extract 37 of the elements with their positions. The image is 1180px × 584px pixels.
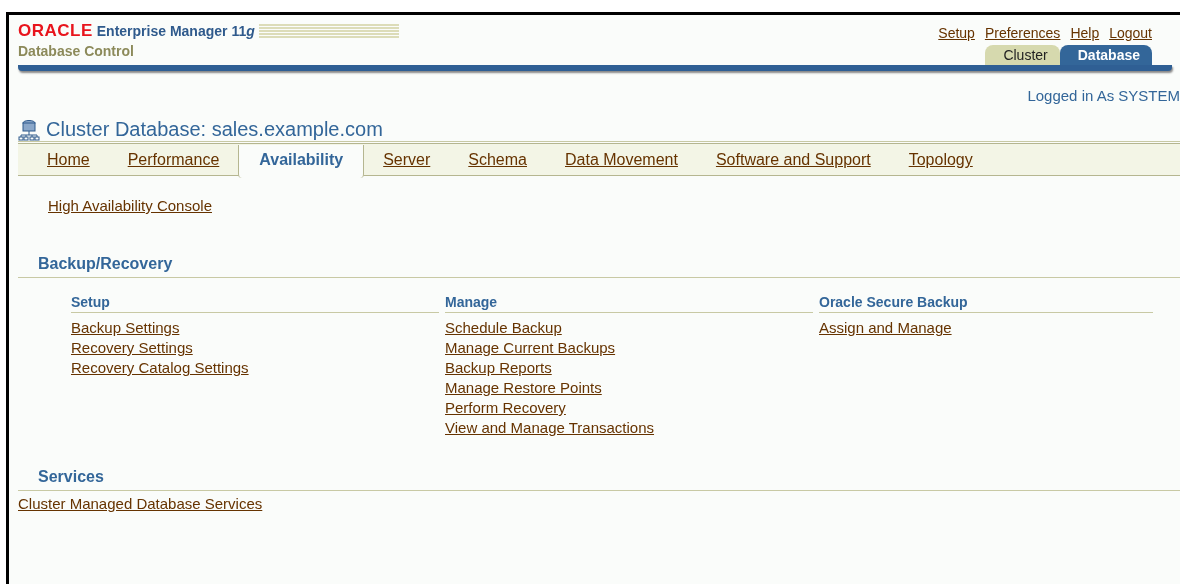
tab[interactable]: Schema [449, 145, 546, 175]
console-link[interactable]: High Availability Console [48, 197, 212, 214]
section-title: Backup/Recovery [18, 255, 1180, 278]
action-link[interactable]: Perform Recovery [445, 399, 566, 416]
action-link[interactable]: Cluster Managed Database Services [18, 495, 263, 512]
tab[interactable]: Availability [238, 145, 365, 178]
column-title: Manage [445, 294, 813, 313]
global-link[interactable]: Logout [1109, 25, 1152, 41]
action-link[interactable]: Recovery Settings [71, 339, 193, 356]
column-title: Oracle Secure Backup [819, 294, 1153, 313]
tab[interactable]: Server [364, 145, 450, 175]
oracle-logo: ORACLE [18, 21, 93, 41]
section-title: Services [18, 468, 1180, 491]
action-link[interactable]: View and Manage Transactions [445, 419, 655, 436]
tab[interactable]: Home [28, 145, 109, 175]
logged-in-text: Logged in As SYSTEM [1026, 87, 1180, 104]
action-link[interactable]: Manage Current Backups [445, 339, 616, 356]
global-link[interactable]: Preferences [984, 25, 1061, 41]
action-link[interactable]: Assign and Manage [819, 319, 952, 336]
action-link[interactable]: Manage Restore Points [445, 379, 602, 396]
column-title: Setup [71, 294, 439, 313]
product-subtitle: Database Control [18, 43, 135, 59]
global-link[interactable]: Setup [938, 25, 975, 41]
tab[interactable]: Topology [889, 145, 992, 175]
context-tab[interactable]: Cluster [985, 45, 1060, 65]
tab[interactable]: Software and Support [696, 145, 890, 175]
product-name: Enterprise Manager 11g [96, 23, 255, 39]
tab[interactable]: Performance [108, 145, 239, 175]
action-link[interactable]: Recovery Catalog Settings [71, 359, 249, 376]
page-title: Cluster Database: sales.example.com [46, 118, 383, 141]
action-link[interactable]: Schedule Backup [445, 319, 562, 336]
context-tab[interactable]: Database [1059, 45, 1152, 65]
database-icon [18, 118, 40, 141]
action-link[interactable]: Backup Settings [71, 319, 180, 336]
action-link[interactable]: Backup Reports [445, 359, 552, 376]
global-link[interactable]: Help [1070, 25, 1100, 41]
tab[interactable]: Data Movement [546, 145, 697, 175]
